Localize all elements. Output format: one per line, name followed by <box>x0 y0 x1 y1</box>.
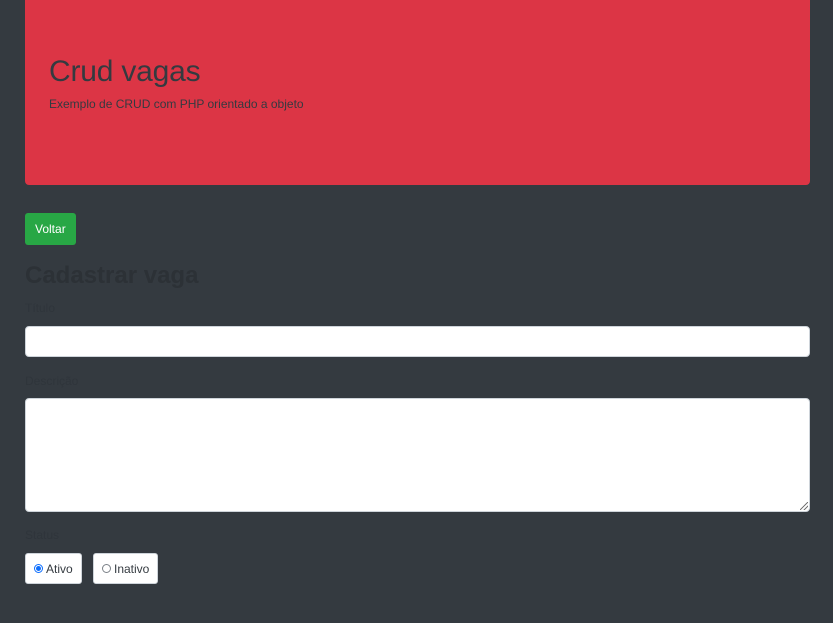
radio-checked-icon[interactable] <box>34 564 43 573</box>
title-input[interactable] <box>25 326 810 357</box>
status-option-ativo[interactable]: Ativo <box>25 553 82 584</box>
status-option-inativo[interactable]: Inativo <box>93 553 159 584</box>
description-label: Descrição <box>25 374 79 388</box>
header-banner: Crud vagas Exemplo de CRUD com PHP orien… <box>25 0 810 185</box>
app-title: Crud vagas <box>49 55 201 88</box>
form-heading: Cadastrar vaga <box>25 262 199 289</box>
status-option-label: Ativo <box>46 561 73 576</box>
status-option-label: Inativo <box>114 561 150 576</box>
radio-unchecked-icon[interactable] <box>102 564 111 573</box>
resize-grip-icon[interactable] <box>800 502 808 510</box>
back-button[interactable]: Voltar <box>25 213 76 245</box>
status-label: Status <box>25 528 60 542</box>
page-container: Crud vagas Exemplo de CRUD com PHP orien… <box>25 0 810 584</box>
description-textarea[interactable] <box>25 398 810 512</box>
app-subtitle: Exemplo de CRUD com PHP orientado a obje… <box>49 97 304 111</box>
title-label: Título <box>25 301 56 315</box>
